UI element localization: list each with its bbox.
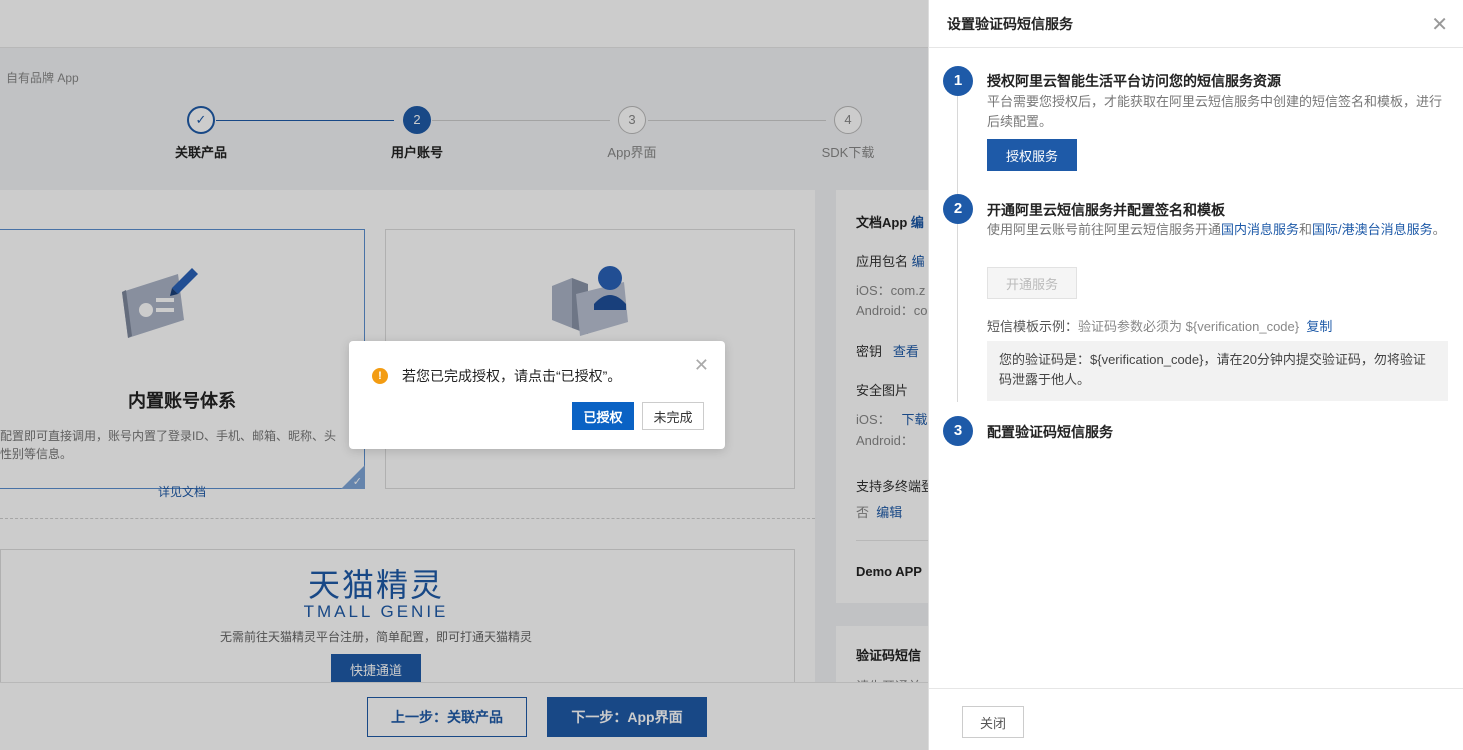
authorize-service-button[interactable]: 授权服务	[987, 139, 1077, 171]
warning-icon: !	[372, 368, 388, 384]
close-button[interactable]: 关闭	[962, 706, 1024, 738]
authorized-button[interactable]: 已授权	[572, 402, 634, 430]
step1-text: 平台需要您授权后，才能获取在阿里云短信服务中创建的短信签名和模板，进行后续配置。	[987, 94, 1443, 129]
step1-title: 授权阿里云智能生活平台访问您的短信服务资源	[987, 73, 1281, 89]
step-number: 3	[943, 416, 973, 446]
dialog-message: 若您已完成授权，请点击“已授权”。	[402, 368, 622, 384]
step2-text: 使用阿里云账号前往阿里云短信服务开通国内消息服务和国际/港澳台消息服务。	[987, 222, 1446, 237]
template-example: 您的验证码是：${verification_code}，请在20分钟内提交验证码…	[987, 341, 1448, 401]
authorization-confirm-dialog: ! 若您已完成授权，请点击“已授权”。 ✕ 已授权 未完成	[349, 341, 725, 449]
close-icon[interactable]: ✕	[694, 355, 709, 376]
step-number: 1	[943, 66, 973, 96]
drawer-header: 设置验证码短信服务 ✕	[929, 0, 1463, 48]
step3-title: 配置验证码短信服务	[987, 424, 1113, 440]
sms-settings-drawer: 设置验证码短信服务 ✕ 1 授权阿里云智能生活平台访问您的短信服务资源 平台需要…	[928, 0, 1463, 750]
domestic-service-link[interactable]: 国内消息服务	[1221, 222, 1299, 237]
step-timeline	[957, 90, 958, 402]
copy-link[interactable]: 复制	[1306, 319, 1332, 334]
open-service-button[interactable]: 开通服务	[987, 267, 1077, 299]
step2-title: 开通阿里云短信服务并配置签名和模板	[987, 202, 1225, 218]
close-icon[interactable]: ✕	[1431, 12, 1448, 37]
drawer-title: 设置验证码短信服务	[947, 16, 1073, 32]
template-label: 短信模板示例：验证码参数必须为 ${verification_code} 复制	[987, 319, 1333, 334]
step-number: 2	[943, 194, 973, 224]
international-service-link[interactable]: 国际/港澳台消息服务	[1312, 222, 1433, 237]
not-finished-button[interactable]: 未完成	[642, 402, 704, 430]
